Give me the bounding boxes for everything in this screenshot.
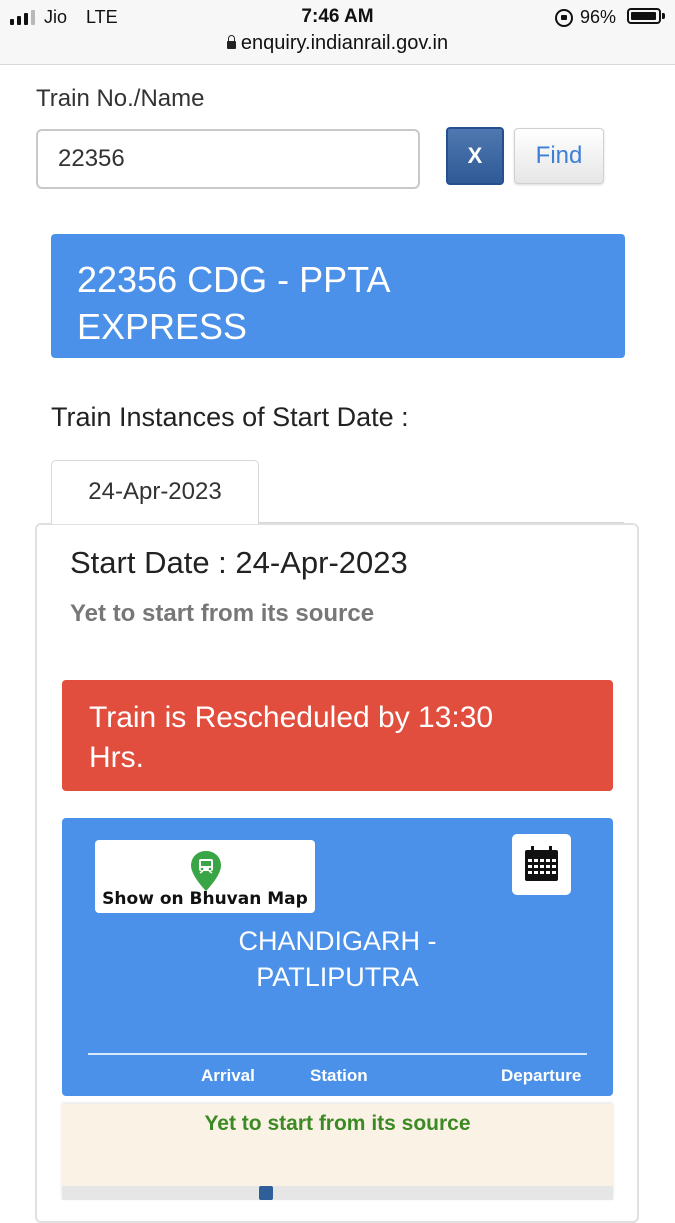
route-name: CHANDIGARH - PATLIPUTRA bbox=[62, 923, 613, 995]
train-status-text: Yet to start from its source bbox=[70, 600, 375, 627]
instances-heading: Train Instances of Start Date : bbox=[51, 402, 409, 432]
tab-start-date[interactable]: 24-Apr-2023 bbox=[51, 460, 259, 524]
alert-line1: Train is Rescheduled by 13:30 bbox=[89, 701, 494, 734]
train-title-line1: 22356 CDG - PPTA bbox=[77, 259, 391, 300]
battery-percent: 96% bbox=[580, 7, 617, 27]
battery-fill bbox=[631, 12, 656, 20]
status-time: 7:46 AM bbox=[301, 6, 374, 27]
train-number-input[interactable] bbox=[36, 129, 420, 189]
start-date-text: Start Date : 24-Apr-2023 bbox=[70, 545, 408, 580]
address-bar[interactable]: enquiry.indianrail.gov.in bbox=[0, 32, 675, 55]
rotation-lock-icon bbox=[555, 9, 573, 27]
url-text: enquiry.indianrail.gov.in bbox=[240, 32, 449, 54]
train-search-label: Train No./Name bbox=[36, 85, 205, 112]
status-bar: Jio LTE 7:46 AM enquiry.indianrail.gov.i… bbox=[0, 0, 675, 65]
lock-icon bbox=[226, 35, 236, 49]
route-line1: CHANDIGARH - bbox=[238, 926, 437, 956]
calendar-button[interactable] bbox=[512, 834, 571, 895]
route-line2: PATLIPUTRA bbox=[256, 962, 419, 992]
bhuvan-map-label: Show on Bhuvan Map bbox=[102, 889, 308, 909]
battery-nub bbox=[662, 13, 665, 19]
source-status-text: Yet to start from its source bbox=[204, 1112, 471, 1135]
find-button[interactable]: Find bbox=[514, 128, 604, 184]
column-header-departure: Departure bbox=[501, 1066, 582, 1085]
clear-button[interactable]: X bbox=[446, 127, 504, 185]
train-title-banner: 22356 CDG - PPTA EXPRESS bbox=[51, 234, 625, 358]
train-pin-icon bbox=[191, 851, 221, 891]
bhuvan-map-button[interactable]: Show on Bhuvan Map bbox=[95, 840, 315, 913]
route-divider bbox=[88, 1053, 587, 1055]
battery-icon bbox=[627, 8, 665, 24]
reschedule-alert: Train is Rescheduled by 13:30 Hrs. bbox=[62, 680, 613, 791]
train-marker-icon bbox=[259, 1186, 273, 1200]
calendar-icon bbox=[525, 846, 558, 881]
column-header-station: Station bbox=[310, 1066, 368, 1085]
station-row-strip bbox=[62, 1186, 613, 1200]
alert-line2: Hrs. bbox=[89, 741, 144, 774]
column-header-arrival: Arrival bbox=[201, 1066, 255, 1085]
train-title-line2: EXPRESS bbox=[77, 306, 248, 347]
